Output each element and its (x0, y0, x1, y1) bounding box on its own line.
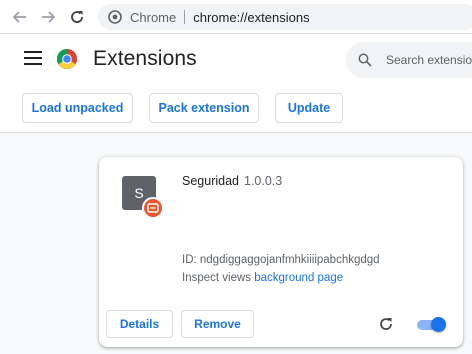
extension-card: S Seguridad 1.0.0.3 ID: ndgdiggaggojanfm… (99, 157, 463, 347)
forward-button[interactable] (38, 7, 58, 27)
update-button[interactable]: Update (275, 93, 343, 123)
enable-toggle[interactable] (417, 317, 446, 332)
page-title: Extensions (93, 47, 197, 70)
extension-badge-icon (142, 197, 164, 219)
extension-id: ID: ndgdiggaggojanfmhkiiiipabchkgdgd (182, 254, 380, 266)
remove-button[interactable]: Remove (181, 310, 254, 338)
back-button[interactable] (10, 7, 30, 27)
details-button[interactable]: Details (106, 310, 173, 338)
url-text: chrome://extensions (193, 9, 310, 25)
reload-button[interactable] (67, 7, 87, 27)
extension-id-label: ID: (182, 254, 200, 266)
back-arrow-icon (12, 11, 26, 23)
load-unpacked-button[interactable]: Load unpacked (22, 93, 133, 123)
inspect-views: Inspect views background page (182, 272, 343, 284)
chrome-logo-icon (57, 49, 77, 69)
extensions-header: Extensions (0, 34, 472, 86)
address-bar[interactable]: Chrome chrome://extensions (98, 4, 472, 30)
pack-extension-button[interactable]: Pack extension (149, 93, 259, 123)
chrome-site-icon (108, 10, 122, 24)
developer-toolbar: Load unpacked Pack extension Update (0, 86, 472, 133)
inspect-views-label: Inspect views (182, 272, 255, 284)
search-input[interactable] (386, 53, 472, 67)
extension-version: 1.0.0.3 (244, 174, 283, 188)
extension-name: Seguridad (182, 174, 239, 188)
background-page-link[interactable]: background page (254, 272, 343, 284)
browser-toolbar: Chrome chrome://extensions (0, 0, 472, 34)
toggle-knob (431, 317, 446, 332)
search-box[interactable] (346, 42, 472, 78)
reload-icon (71, 11, 83, 23)
menu-icon[interactable] (24, 51, 42, 67)
omnibox-divider (184, 10, 186, 24)
forward-arrow-icon (42, 11, 56, 23)
search-icon (358, 53, 372, 67)
site-label: Chrome (130, 9, 177, 25)
extension-id-value: ndgdiggaggojanfmhkiiiipabchkgdgd (199, 254, 380, 266)
reload-extension-icon[interactable] (378, 316, 394, 332)
